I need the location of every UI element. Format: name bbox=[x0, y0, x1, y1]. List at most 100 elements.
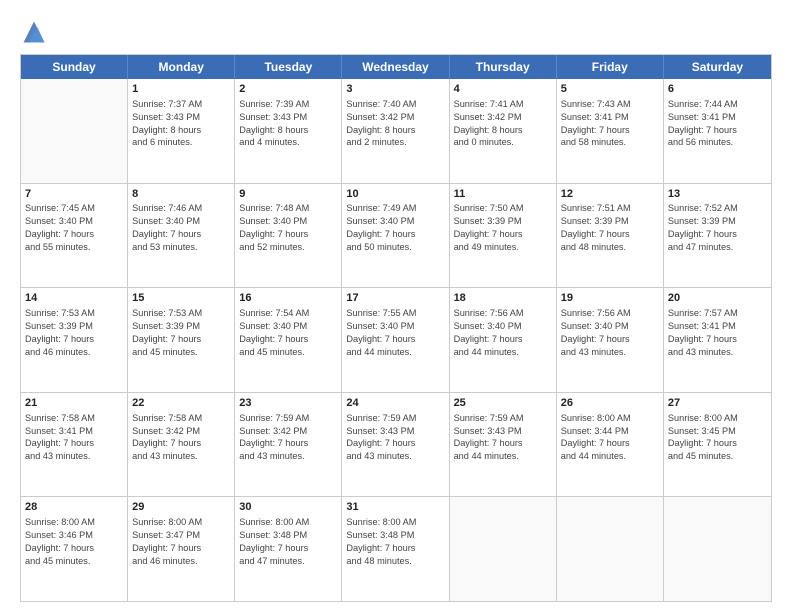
day-number-22: 22 bbox=[132, 396, 230, 411]
day-number-9: 9 bbox=[239, 187, 337, 202]
day-info-13: Sunrise: 7:52 AMSunset: 3:39 PMDaylight:… bbox=[668, 202, 767, 254]
day-info-29: Sunrise: 8:00 AMSunset: 3:47 PMDaylight:… bbox=[132, 516, 230, 568]
calendar-day-4: 4Sunrise: 7:41 AMSunset: 3:42 PMDaylight… bbox=[450, 79, 557, 183]
weekday-header-wednesday: Wednesday bbox=[342, 55, 449, 79]
weekday-header-sunday: Sunday bbox=[21, 55, 128, 79]
day-number-7: 7 bbox=[25, 187, 123, 202]
day-number-26: 26 bbox=[561, 396, 659, 411]
calendar-empty-cell bbox=[557, 497, 664, 601]
calendar-day-11: 11Sunrise: 7:50 AMSunset: 3:39 PMDayligh… bbox=[450, 184, 557, 288]
day-info-31: Sunrise: 8:00 AMSunset: 3:48 PMDaylight:… bbox=[346, 516, 444, 568]
calendar-day-23: 23Sunrise: 7:59 AMSunset: 3:42 PMDayligh… bbox=[235, 393, 342, 497]
calendar-day-31: 31Sunrise: 8:00 AMSunset: 3:48 PMDayligh… bbox=[342, 497, 449, 601]
day-info-18: Sunrise: 7:56 AMSunset: 3:40 PMDaylight:… bbox=[454, 307, 552, 359]
calendar-day-15: 15Sunrise: 7:53 AMSunset: 3:39 PMDayligh… bbox=[128, 288, 235, 392]
day-number-27: 27 bbox=[668, 396, 767, 411]
calendar-day-13: 13Sunrise: 7:52 AMSunset: 3:39 PMDayligh… bbox=[664, 184, 771, 288]
calendar-day-27: 27Sunrise: 8:00 AMSunset: 3:45 PMDayligh… bbox=[664, 393, 771, 497]
day-number-3: 3 bbox=[346, 82, 444, 97]
weekday-header-thursday: Thursday bbox=[450, 55, 557, 79]
day-number-6: 6 bbox=[668, 82, 767, 97]
calendar-day-30: 30Sunrise: 8:00 AMSunset: 3:48 PMDayligh… bbox=[235, 497, 342, 601]
calendar-week-1: 7Sunrise: 7:45 AMSunset: 3:40 PMDaylight… bbox=[21, 183, 771, 288]
day-number-28: 28 bbox=[25, 500, 123, 515]
day-number-16: 16 bbox=[239, 291, 337, 306]
calendar-day-17: 17Sunrise: 7:55 AMSunset: 3:40 PMDayligh… bbox=[342, 288, 449, 392]
weekday-header-monday: Monday bbox=[128, 55, 235, 79]
day-info-19: Sunrise: 7:56 AMSunset: 3:40 PMDaylight:… bbox=[561, 307, 659, 359]
calendar-day-6: 6Sunrise: 7:44 AMSunset: 3:41 PMDaylight… bbox=[664, 79, 771, 183]
calendar-week-4: 28Sunrise: 8:00 AMSunset: 3:46 PMDayligh… bbox=[21, 496, 771, 601]
day-info-23: Sunrise: 7:59 AMSunset: 3:42 PMDaylight:… bbox=[239, 412, 337, 464]
day-info-7: Sunrise: 7:45 AMSunset: 3:40 PMDaylight:… bbox=[25, 202, 123, 254]
day-info-25: Sunrise: 7:59 AMSunset: 3:43 PMDaylight:… bbox=[454, 412, 552, 464]
day-number-11: 11 bbox=[454, 187, 552, 202]
day-info-4: Sunrise: 7:41 AMSunset: 3:42 PMDaylight:… bbox=[454, 98, 552, 150]
calendar-body: 1Sunrise: 7:37 AMSunset: 3:43 PMDaylight… bbox=[21, 79, 771, 601]
calendar-day-5: 5Sunrise: 7:43 AMSunset: 3:41 PMDaylight… bbox=[557, 79, 664, 183]
calendar-empty-cell bbox=[664, 497, 771, 601]
logo bbox=[20, 18, 52, 46]
header bbox=[20, 18, 772, 46]
day-info-8: Sunrise: 7:46 AMSunset: 3:40 PMDaylight:… bbox=[132, 202, 230, 254]
calendar-day-3: 3Sunrise: 7:40 AMSunset: 3:42 PMDaylight… bbox=[342, 79, 449, 183]
day-number-13: 13 bbox=[668, 187, 767, 202]
day-info-17: Sunrise: 7:55 AMSunset: 3:40 PMDaylight:… bbox=[346, 307, 444, 359]
calendar-day-12: 12Sunrise: 7:51 AMSunset: 3:39 PMDayligh… bbox=[557, 184, 664, 288]
day-number-2: 2 bbox=[239, 82, 337, 97]
day-number-25: 25 bbox=[454, 396, 552, 411]
calendar-week-2: 14Sunrise: 7:53 AMSunset: 3:39 PMDayligh… bbox=[21, 287, 771, 392]
calendar-day-28: 28Sunrise: 8:00 AMSunset: 3:46 PMDayligh… bbox=[21, 497, 128, 601]
day-number-14: 14 bbox=[25, 291, 123, 306]
calendar-day-25: 25Sunrise: 7:59 AMSunset: 3:43 PMDayligh… bbox=[450, 393, 557, 497]
day-info-20: Sunrise: 7:57 AMSunset: 3:41 PMDaylight:… bbox=[668, 307, 767, 359]
day-number-18: 18 bbox=[454, 291, 552, 306]
day-number-8: 8 bbox=[132, 187, 230, 202]
day-info-5: Sunrise: 7:43 AMSunset: 3:41 PMDaylight:… bbox=[561, 98, 659, 150]
calendar-day-19: 19Sunrise: 7:56 AMSunset: 3:40 PMDayligh… bbox=[557, 288, 664, 392]
weekday-header-tuesday: Tuesday bbox=[235, 55, 342, 79]
day-number-24: 24 bbox=[346, 396, 444, 411]
day-info-2: Sunrise: 7:39 AMSunset: 3:43 PMDaylight:… bbox=[239, 98, 337, 150]
day-info-28: Sunrise: 8:00 AMSunset: 3:46 PMDaylight:… bbox=[25, 516, 123, 568]
calendar-day-14: 14Sunrise: 7:53 AMSunset: 3:39 PMDayligh… bbox=[21, 288, 128, 392]
day-info-30: Sunrise: 8:00 AMSunset: 3:48 PMDaylight:… bbox=[239, 516, 337, 568]
day-info-11: Sunrise: 7:50 AMSunset: 3:39 PMDaylight:… bbox=[454, 202, 552, 254]
day-info-16: Sunrise: 7:54 AMSunset: 3:40 PMDaylight:… bbox=[239, 307, 337, 359]
day-info-21: Sunrise: 7:58 AMSunset: 3:41 PMDaylight:… bbox=[25, 412, 123, 464]
day-info-3: Sunrise: 7:40 AMSunset: 3:42 PMDaylight:… bbox=[346, 98, 444, 150]
calendar-day-18: 18Sunrise: 7:56 AMSunset: 3:40 PMDayligh… bbox=[450, 288, 557, 392]
day-info-14: Sunrise: 7:53 AMSunset: 3:39 PMDaylight:… bbox=[25, 307, 123, 359]
calendar-week-0: 1Sunrise: 7:37 AMSunset: 3:43 PMDaylight… bbox=[21, 79, 771, 183]
day-number-15: 15 bbox=[132, 291, 230, 306]
day-info-1: Sunrise: 7:37 AMSunset: 3:43 PMDaylight:… bbox=[132, 98, 230, 150]
page: SundayMondayTuesdayWednesdayThursdayFrid… bbox=[0, 0, 792, 612]
calendar-day-8: 8Sunrise: 7:46 AMSunset: 3:40 PMDaylight… bbox=[128, 184, 235, 288]
calendar-day-26: 26Sunrise: 8:00 AMSunset: 3:44 PMDayligh… bbox=[557, 393, 664, 497]
weekday-header-saturday: Saturday bbox=[664, 55, 771, 79]
weekday-header-friday: Friday bbox=[557, 55, 664, 79]
day-info-15: Sunrise: 7:53 AMSunset: 3:39 PMDaylight:… bbox=[132, 307, 230, 359]
day-number-29: 29 bbox=[132, 500, 230, 515]
day-info-27: Sunrise: 8:00 AMSunset: 3:45 PMDaylight:… bbox=[668, 412, 767, 464]
calendar-day-7: 7Sunrise: 7:45 AMSunset: 3:40 PMDaylight… bbox=[21, 184, 128, 288]
calendar-header-row: SundayMondayTuesdayWednesdayThursdayFrid… bbox=[21, 55, 771, 79]
day-number-19: 19 bbox=[561, 291, 659, 306]
calendar-day-16: 16Sunrise: 7:54 AMSunset: 3:40 PMDayligh… bbox=[235, 288, 342, 392]
day-number-30: 30 bbox=[239, 500, 337, 515]
day-info-24: Sunrise: 7:59 AMSunset: 3:43 PMDaylight:… bbox=[346, 412, 444, 464]
day-number-10: 10 bbox=[346, 187, 444, 202]
day-number-21: 21 bbox=[25, 396, 123, 411]
day-number-17: 17 bbox=[346, 291, 444, 306]
day-info-26: Sunrise: 8:00 AMSunset: 3:44 PMDaylight:… bbox=[561, 412, 659, 464]
calendar-day-9: 9Sunrise: 7:48 AMSunset: 3:40 PMDaylight… bbox=[235, 184, 342, 288]
logo-icon bbox=[20, 18, 48, 46]
day-number-20: 20 bbox=[668, 291, 767, 306]
day-number-23: 23 bbox=[239, 396, 337, 411]
calendar-day-21: 21Sunrise: 7:58 AMSunset: 3:41 PMDayligh… bbox=[21, 393, 128, 497]
calendar-day-22: 22Sunrise: 7:58 AMSunset: 3:42 PMDayligh… bbox=[128, 393, 235, 497]
day-info-22: Sunrise: 7:58 AMSunset: 3:42 PMDaylight:… bbox=[132, 412, 230, 464]
day-number-4: 4 bbox=[454, 82, 552, 97]
calendar-day-20: 20Sunrise: 7:57 AMSunset: 3:41 PMDayligh… bbox=[664, 288, 771, 392]
day-number-5: 5 bbox=[561, 82, 659, 97]
